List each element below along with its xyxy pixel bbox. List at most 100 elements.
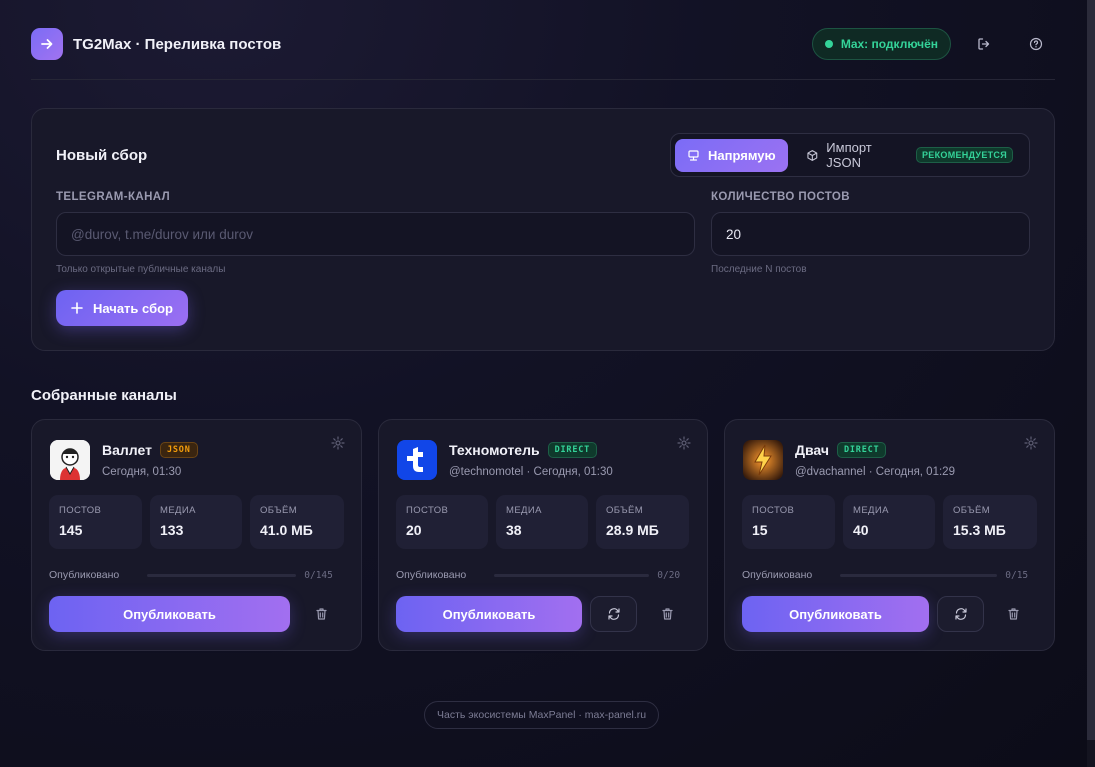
stat-posts-value: 15 [752,522,768,538]
stat-media-label: МЕДИА [853,505,889,516]
progress-count: 0/145 [304,569,333,581]
mode-switch: Напрямую Импорт JSON РЕКОМЕНДУЕТСЯ [670,133,1030,177]
stat-media-value: 38 [506,522,522,538]
stat-posts: ПОСТОВ 145 [49,495,142,549]
refresh-button[interactable] [937,596,984,632]
stat-posts-label: ПОСТОВ [59,505,102,516]
stat-media-label: МЕДИА [506,505,542,516]
channel-subtitle: Сегодня, 01:30 [102,466,182,478]
header-actions: Max: подключён [811,28,1055,60]
publish-button[interactable]: Опубликовать [49,596,290,632]
publish-button-label: Опубликовать [789,606,882,622]
published-label: Опубликовано [742,569,813,581]
arrow-right-icon [31,28,63,60]
stat-size-label: ОБЪЁМ [606,505,644,516]
stat-media-label: МЕДИА [160,505,196,516]
start-collection-button[interactable]: Начать сбор [56,290,188,326]
channel-settings-button[interactable] [331,436,345,453]
start-collection-label: Начать сбор [92,300,173,316]
channel-subtitle: @dvachannel · Сегодня, 01:29 [795,466,955,478]
delete-channel-button[interactable] [303,596,339,632]
stat-media-value: 40 [853,522,869,538]
page-scrollbar-thumb[interactable] [1087,0,1095,740]
panel-title: Новый сбор [56,147,148,164]
mode-import-button[interactable]: Импорт JSON РЕКОМЕНДУЕТСЯ [794,139,1025,172]
channel-card-technomotel: Техномотель DIRECT @technomotel · Сегодн… [378,419,708,651]
stat-posts-value: 145 [59,522,83,538]
stat-posts: ПОСТОВ 20 [396,495,488,549]
channel-name-row: Техномотель DIRECT [449,442,598,458]
channel-field-hint: Только открытые публичные каналы [56,264,226,275]
server-icon [688,149,699,161]
channel-input[interactable]: @durov, t.me/durov или durov [56,212,695,256]
channel-avatar [743,440,783,480]
stat-size-value: 15.3 МБ [953,522,1006,538]
app-title: TG2Max · Переливка постов [73,35,282,53]
source-badge: DIRECT [547,442,598,458]
publish-button-label: Опубликовать [442,606,536,622]
channel-settings-button[interactable] [677,436,691,453]
new-collection-panel: Новый сбор Напрямую Импорт JSON РЕКОМЕНД… [31,108,1055,351]
progress-count: 0/15 [1005,569,1029,581]
count-field-hint: Последние N постов [711,264,807,275]
stat-media-value: 133 [160,522,184,538]
collected-section-title: Собранные каналы [31,387,177,404]
publish-button[interactable]: Опубликовать [742,596,929,632]
delete-channel-button[interactable] [995,596,1031,632]
channel-name: Валлет [102,442,152,458]
mode-direct-button[interactable]: Напрямую [675,138,788,172]
footer-ecosystem-link[interactable]: Часть экосистемы MaxPanel · max-panel.ru [424,701,660,729]
publish-progress: Опубликовано 0/145 [49,569,333,581]
channel-stats: ПОСТОВ 20 МЕДИА 38 ОБЪЁМ 28.9 МБ [396,495,689,549]
stat-posts-label: ПОСТОВ [752,505,795,516]
stat-size-label: ОБЪЁМ [260,505,298,516]
progress-bar [147,573,297,577]
help-button[interactable] [1017,28,1055,60]
logout-icon [978,38,990,50]
channel-name: Техномотель [449,442,540,458]
stat-media: МЕДИА 38 [496,495,588,549]
refresh-icon [954,608,967,620]
count-input[interactable]: 20 [711,212,1030,256]
published-label: Опубликовано [396,569,467,581]
progress-bar [840,573,998,577]
brand: TG2Max · Переливка постов [31,28,281,60]
stat-size: ОБЪЁМ 28.9 МБ [596,495,689,549]
recommended-badge: РЕКОМЕНДУЕТСЯ [916,147,1013,163]
footer-text: Часть экосистемы MaxPanel · max-panel.ru [437,709,647,721]
mode-direct-label: Напрямую [708,147,776,163]
status-dot-icon [824,40,833,48]
publish-progress: Опубликовано 0/20 [396,569,680,581]
source-badge: JSON [159,442,198,458]
channel-field-label: TELEGRAM-КАНАЛ [56,191,171,203]
logout-button[interactable] [965,28,1003,60]
stat-posts-label: ПОСТОВ [406,505,449,516]
stat-media: МЕДИА 40 [843,495,935,549]
stat-size-label: ОБЪЁМ [953,505,991,516]
connection-status-text: Max: подключён [840,37,938,51]
help-icon [1029,37,1043,51]
channel-avatar [50,440,90,480]
channel-name-row: Двач DIRECT [795,442,887,458]
refresh-button[interactable] [590,596,637,632]
trash-icon [315,608,327,620]
gear-icon [331,436,345,450]
count-input-value: 20 [726,226,742,242]
publish-button[interactable]: Опубликовать [396,596,582,632]
trash-icon [1007,608,1019,620]
publish-button-label: Опубликовать [123,606,216,622]
app-header: TG2Max · Переливка постов Max: подключён [31,28,1055,80]
channel-settings-button[interactable] [1024,436,1038,453]
published-label: Опубликовано [49,569,120,581]
gear-icon [1024,436,1038,450]
stat-size: ОБЪЁМ 15.3 МБ [943,495,1037,549]
delete-channel-button[interactable] [649,596,685,632]
channel-name-row: Валлет JSON [102,442,198,458]
gear-icon [677,436,691,450]
stat-posts: ПОСТОВ 15 [742,495,835,549]
publish-progress: Опубликовано 0/15 [742,569,1028,581]
stat-media: МЕДИА 133 [150,495,242,549]
channel-card-vallet: Валлет JSON Сегодня, 01:30 ПОСТОВ 145 МЕ… [31,419,362,651]
channel-stats: ПОСТОВ 15 МЕДИА 40 ОБЪЁМ 15.3 МБ [742,495,1037,549]
channel-subtitle: @technomotel · Сегодня, 01:30 [449,466,613,478]
